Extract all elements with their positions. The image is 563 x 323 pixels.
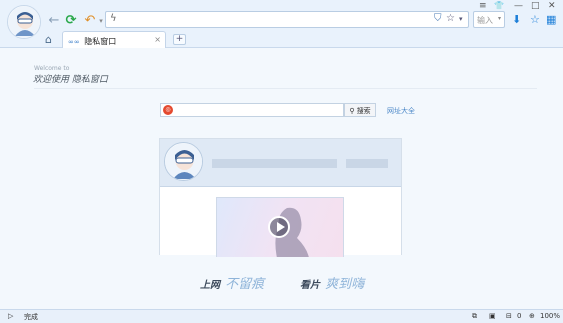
download-icon[interactable]: ⬇ bbox=[512, 13, 521, 26]
address-dropdown-icon[interactable]: ▾ bbox=[459, 15, 463, 23]
search-engine-logo-icon[interactable]: ◎ bbox=[163, 105, 173, 115]
sound-icon[interactable]: ▣ bbox=[489, 312, 496, 320]
shield-icon[interactable]: ⛉ bbox=[434, 13, 442, 24]
slogan-left-a: 上网 bbox=[200, 280, 220, 291]
privacy-mask-icon: ∞∞ bbox=[68, 38, 80, 46]
screenshot-icon[interactable]: ⧉ bbox=[472, 312, 477, 321]
search-engine-dropdown-icon[interactable]: ▾ bbox=[498, 15, 501, 22]
divider bbox=[34, 88, 537, 89]
zoom-icon[interactable]: ⊕ bbox=[529, 312, 535, 320]
close-icon[interactable]: ✕ bbox=[548, 1, 556, 11]
slogan-right: 看片 爽到嗨 bbox=[300, 273, 364, 292]
illustration-header bbox=[160, 139, 401, 187]
welcome-english: Welcome to bbox=[34, 65, 70, 72]
welcome-title: 欢迎使用 隐私窗口 bbox=[33, 75, 108, 85]
download-count: 0 bbox=[517, 312, 522, 320]
back-arrow-icon[interactable]: ← bbox=[46, 12, 62, 28]
status-text: 完成 bbox=[24, 313, 38, 321]
slogan-left: 上网 不留痕 bbox=[200, 273, 264, 292]
sidebar-toggle-icon[interactable]: ▷ bbox=[8, 312, 13, 320]
search-button[interactable]: ⚲ 搜索 bbox=[344, 103, 376, 117]
play-icon bbox=[268, 216, 290, 238]
new-tab-button[interactable]: + bbox=[173, 34, 186, 45]
menu-icon[interactable]: ≡ bbox=[479, 1, 487, 11]
tab-close-icon[interactable]: × bbox=[154, 35, 161, 44]
search-button-label: 搜索 bbox=[356, 107, 371, 115]
masked-user-icon bbox=[164, 142, 203, 181]
tab-label: 隐私窗口 bbox=[84, 37, 117, 46]
slogan-right-a: 看片 bbox=[300, 280, 320, 291]
favorites-star-icon[interactable]: ☆ bbox=[530, 13, 540, 26]
browser-chrome: ← ⟳ ↶ ▾ ϟ ⛉ ☆ ▾ 输入 ▾ ⬇ ☆ ▦ ≡ 👕 — □ ✕ ⌂ ∞… bbox=[0, 0, 563, 48]
skin-icon[interactable]: 👕 bbox=[494, 1, 504, 10]
privacy-illustration bbox=[159, 138, 402, 257]
video-thumbnail bbox=[216, 197, 344, 257]
tab-row: ⌂ ∞∞ 隐私窗口 × + bbox=[0, 31, 563, 48]
tab-privacy-window[interactable]: ∞∞ 隐私窗口 × bbox=[62, 31, 166, 48]
star-icon[interactable]: ☆ bbox=[446, 13, 455, 24]
page-search-input[interactable]: ◎ bbox=[160, 103, 344, 117]
slogan-left-b: 不留痕 bbox=[225, 277, 265, 292]
slogan-right-b: 爽到嗨 bbox=[325, 277, 365, 292]
placeholder-bar bbox=[212, 159, 337, 168]
maximize-icon[interactable]: □ bbox=[531, 1, 540, 11]
placeholder-bar bbox=[346, 159, 388, 168]
magnifier-icon: ⚲ bbox=[349, 107, 355, 115]
url-directory-link[interactable]: 网址大全 bbox=[387, 106, 415, 116]
refresh-icon[interactable]: ⟳ bbox=[63, 12, 79, 28]
lightning-icon: ϟ bbox=[110, 13, 117, 24]
home-icon[interactable]: ⌂ bbox=[45, 33, 52, 46]
search-field-placeholder: 输入 bbox=[477, 16, 493, 25]
status-bar: ▷ 完成 ⧉ ▣ ⊟ 0 ⊕ 100% bbox=[0, 309, 563, 323]
zoom-level[interactable]: 100% bbox=[540, 312, 560, 320]
downloads-status-icon[interactable]: ⊟ bbox=[506, 312, 512, 320]
address-bar[interactable]: ϟ ⛉ ☆ ▾ bbox=[105, 11, 469, 28]
minimize-icon[interactable]: — bbox=[514, 1, 523, 11]
apps-grid-icon[interactable]: ▦ bbox=[546, 13, 556, 26]
